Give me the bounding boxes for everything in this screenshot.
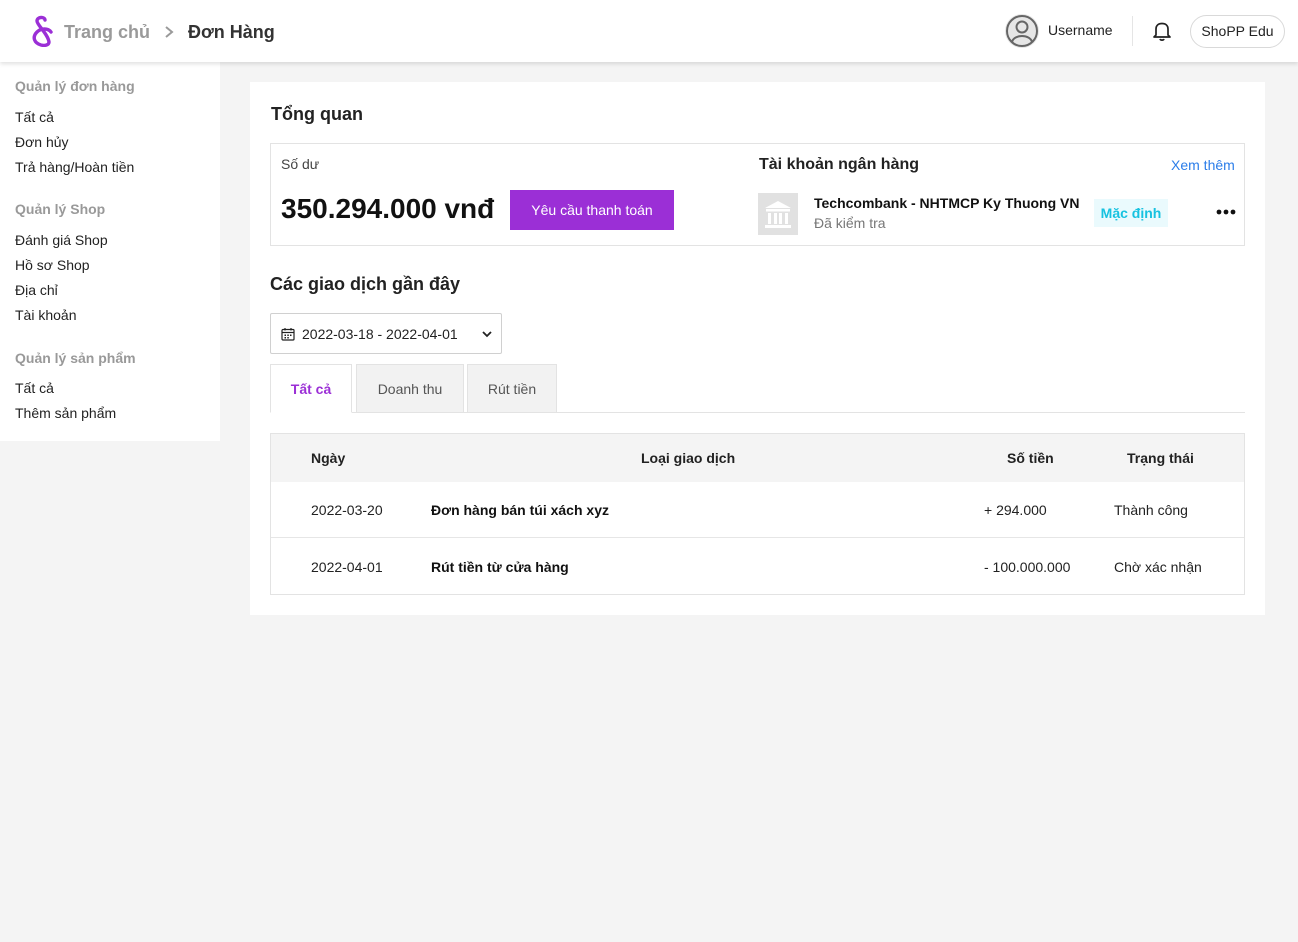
- request-payment-button[interactable]: Yêu cầu thanh toán: [510, 190, 674, 230]
- brand-logo-icon[interactable]: [28, 15, 54, 47]
- row-date: 2022-03-20: [311, 502, 383, 518]
- avatar[interactable]: [1005, 14, 1039, 48]
- sidebar-item-address[interactable]: Địa chỉ: [15, 282, 58, 298]
- sidebar-item-all-orders[interactable]: Tất cả: [15, 109, 54, 125]
- table-header: Ngày Loại giao dịch Số tiền Trạng thái: [271, 434, 1244, 482]
- balance-card: Số dư 350.294.000 vnđ Yêu cầu thanh toán…: [270, 143, 1245, 246]
- see-more-link[interactable]: Xem thêm: [1171, 157, 1235, 173]
- bank-verified-status: Đã kiểm tra: [814, 215, 886, 231]
- row-date: 2022-04-01: [311, 559, 383, 575]
- bank-icon: [758, 193, 798, 235]
- table-row[interactable]: 2022-04-01 Rút tiền từ cửa hàng - 100.00…: [271, 539, 1244, 595]
- sidebar-section-orders: Quản lý đơn hàng: [15, 78, 135, 94]
- breadcrumb-current: Đơn Hàng: [188, 22, 275, 42]
- date-range-picker[interactable]: 2022-03-18 - 2022-04-01: [270, 313, 502, 354]
- balance-label: Số dư: [281, 156, 320, 172]
- notification-bell-icon[interactable]: [1151, 20, 1173, 42]
- sidebar-item-shop-reviews[interactable]: Đánh giá Shop: [15, 232, 108, 248]
- recent-transactions-title: Các giao dịch gần đây: [270, 274, 461, 294]
- default-badge: Mặc định: [1094, 199, 1168, 227]
- sidebar-item-all-products[interactable]: Tất cả: [15, 380, 54, 396]
- sidebar-item-account[interactable]: Tài khoản: [15, 307, 76, 323]
- user-icon: [1006, 15, 1038, 47]
- breadcrumb-home-link[interactable]: Trang chủ: [64, 22, 150, 43]
- sidebar-section-shop: Quản lý Shop: [15, 201, 106, 217]
- row-amount: - 100.000.000: [984, 559, 1071, 575]
- column-header-status: Trạng thái: [1127, 450, 1194, 466]
- overview-title: Tổng quan: [271, 104, 363, 124]
- sidebar-item-returns-refunds[interactable]: Trả hàng/Hoàn tiền: [15, 159, 134, 175]
- column-header-date: Ngày: [311, 450, 346, 466]
- row-status: Chờ xác nhận: [1114, 559, 1202, 575]
- username-label[interactable]: Username: [1048, 22, 1113, 38]
- column-header-type: Loại giao dịch: [641, 450, 736, 466]
- sidebar-section-products: Quản lý sản phẩm: [15, 350, 136, 366]
- tab-revenue[interactable]: Doanh thu: [356, 364, 464, 413]
- table-row[interactable]: 2022-03-20 Đơn hàng bán túi xách xyz + 2…: [271, 482, 1244, 538]
- header-divider: [1132, 16, 1133, 46]
- shop-name-button[interactable]: ShoPP Edu: [1190, 15, 1285, 48]
- tab-all[interactable]: Tất cả: [270, 364, 352, 413]
- transactions-table: Ngày Loại giao dịch Số tiền Trạng thái 2…: [270, 433, 1245, 595]
- sidebar-item-shop-profile[interactable]: Hồ sơ Shop: [15, 257, 90, 273]
- bank-account-title: Tài khoản ngân hàng: [759, 156, 920, 173]
- tab-withdrawals[interactable]: Rút tiền: [467, 364, 557, 413]
- date-range-value: 2022-03-18 - 2022-04-01: [302, 326, 458, 342]
- sidebar: Quản lý đơn hàng Tất cả Đơn hủy Trả hàng…: [0, 62, 220, 441]
- top-header: Trang chủ Đơn Hàng Username ShoPP Edu: [0, 0, 1298, 62]
- chevron-right-icon: [165, 26, 174, 38]
- row-type: Đơn hàng bán túi xách xyz: [431, 502, 609, 518]
- row-amount: + 294.000: [984, 502, 1047, 518]
- bank-name: Techcombank - NHTMCP Ky Thuong VN: [814, 195, 1080, 211]
- row-status: Thành công: [1114, 502, 1188, 518]
- chevron-down-icon: [482, 331, 492, 338]
- sidebar-item-cancelled-orders[interactable]: Đơn hủy: [15, 134, 69, 150]
- sidebar-item-add-product[interactable]: Thêm sản phẩm: [15, 405, 116, 421]
- calendar-icon: [281, 328, 295, 341]
- row-type: Rút tiền từ cửa hàng: [431, 559, 569, 575]
- column-header-amount: Số tiền: [1007, 450, 1054, 466]
- more-options-icon[interactable]: [1215, 202, 1237, 222]
- balance-amount: 350.294.000 vnđ: [281, 193, 495, 224]
- main-panel: Tổng quan Số dư 350.294.000 vnđ Yêu cầu …: [250, 82, 1265, 615]
